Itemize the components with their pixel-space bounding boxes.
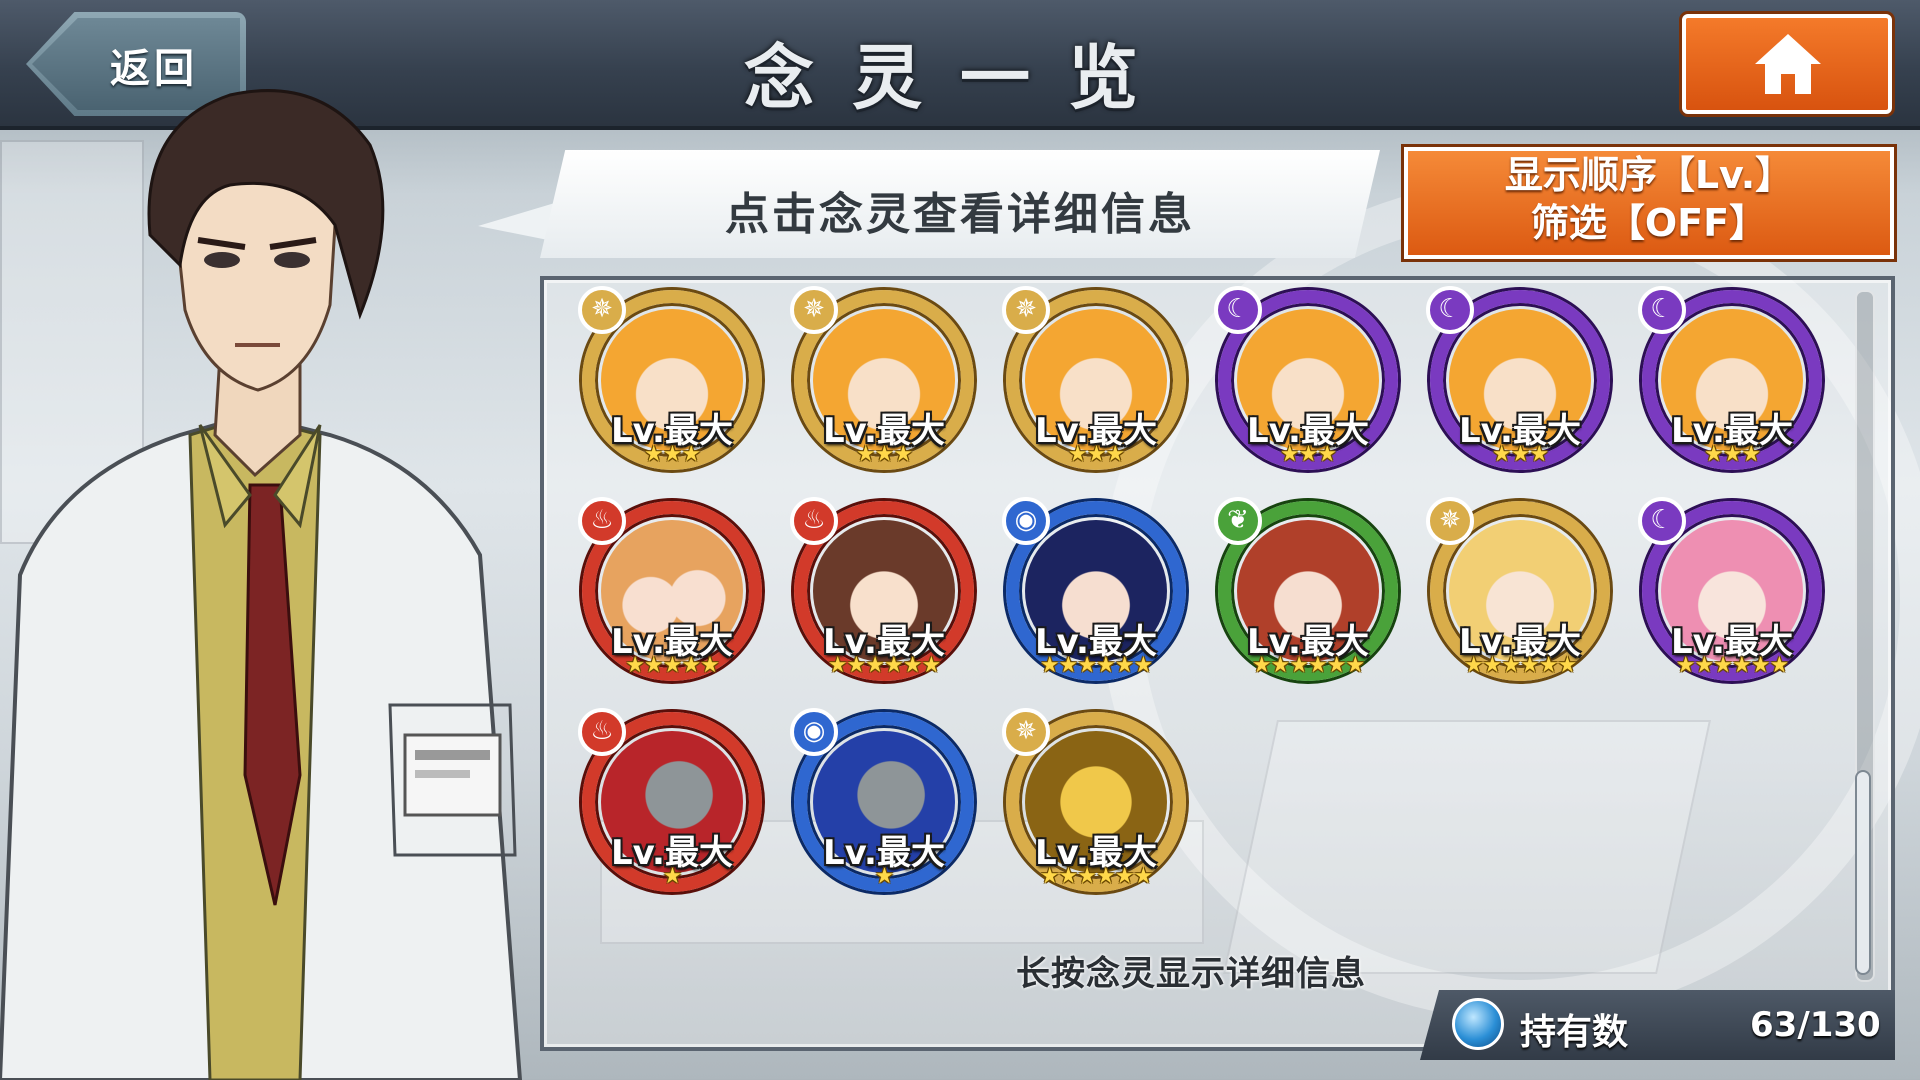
spirit-tile[interactable]: ♨ Lv.最大 ★ xyxy=(578,708,772,902)
fire-attribute-icon: ♨ xyxy=(790,497,838,545)
dark-attribute-icon: ☾ xyxy=(1638,286,1686,334)
home-button[interactable] xyxy=(1682,14,1892,114)
scientist-character xyxy=(0,89,523,1080)
rarity-stars: ★ xyxy=(662,864,683,889)
spirit-tile[interactable]: ◉ Lv.最大 ★ xyxy=(790,708,984,902)
water-attribute-icon: ◉ xyxy=(790,708,838,756)
spirit-tile[interactable]: ❦ Lv.最大 ★★★★★★ xyxy=(1214,497,1408,691)
fire-attribute-icon: ♨ xyxy=(578,497,626,545)
owned-count-value: 63/130 xyxy=(1750,1005,1881,1045)
spirit-tile[interactable]: ☾ Lv.最大 ★★★ xyxy=(1214,286,1408,480)
light-attribute-icon: ✵ xyxy=(578,286,626,334)
rarity-stars: ★★★ xyxy=(855,442,913,467)
home-icon xyxy=(1755,34,1821,94)
spirit-tile[interactable]: ✵ Lv.最大 ★★★★★★ xyxy=(1426,497,1620,691)
rarity-stars: ★★★★★★ xyxy=(1463,653,1577,678)
scrollbar-thumb[interactable] xyxy=(1855,770,1871,975)
rarity-stars: ★★★ xyxy=(643,442,701,467)
light-attribute-icon: ✵ xyxy=(1426,497,1474,545)
spirit-tile[interactable]: ☾ Lv.最大 ★★★ xyxy=(1638,286,1832,480)
wood-attribute-icon: ❦ xyxy=(1214,497,1262,545)
spirit-tile[interactable]: ✵ Lv.最大 ★★★ xyxy=(1002,286,1196,480)
rarity-stars: ★★★ xyxy=(1279,442,1337,467)
sort-order-label: 显示顺序【Lv.】 xyxy=(1504,153,1794,197)
rarity-stars: ★★★★★★ xyxy=(1251,653,1365,678)
spirit-orb-icon xyxy=(1452,998,1504,1050)
rarity-stars: ★★★ xyxy=(1703,442,1761,467)
owned-count-label: 持有数 xyxy=(1520,1012,1629,1053)
spirit-tile[interactable]: ☾ Lv.最大 ★★★★★★ xyxy=(1638,497,1832,691)
light-attribute-icon: ✵ xyxy=(1002,708,1050,756)
spirit-tile[interactable]: ♨ Lv.最大 ★★★★★ xyxy=(578,497,772,691)
rarity-stars: ★★★★★★ xyxy=(827,653,941,678)
spirit-tile[interactable]: ✵ Lv.最大 ★★★★★★ xyxy=(1002,708,1196,902)
rarity-stars: ★ xyxy=(874,864,895,889)
spirit-tile[interactable]: ☾ Lv.最大 ★★★ xyxy=(1426,286,1620,480)
rarity-stars: ★★★ xyxy=(1067,442,1125,467)
spirit-tile[interactable]: ✵ Lv.最大 ★★★ xyxy=(790,286,984,480)
spirit-tile[interactable]: ✵ Lv.最大 ★★★ xyxy=(578,286,772,480)
dark-attribute-icon: ☾ xyxy=(1426,286,1474,334)
sort-filter-button[interactable]: 显示顺序【Lv.】 筛选【OFF】 xyxy=(1404,147,1894,259)
rarity-stars: ★★★★★ xyxy=(625,653,720,678)
rarity-stars: ★★★★★★ xyxy=(1039,864,1153,889)
light-attribute-icon: ✵ xyxy=(1002,286,1050,334)
instruction-banner-text: 点击念灵查看详细信息 xyxy=(725,189,1195,240)
filter-label: 筛选【OFF】 xyxy=(1530,201,1768,245)
long-press-hint: 长按念灵显示详细信息 xyxy=(1016,954,1366,994)
rarity-stars: ★★★ xyxy=(1491,442,1549,467)
dark-attribute-icon: ☾ xyxy=(1638,497,1686,545)
spirit-tile[interactable]: ♨ Lv.最大 ★★★★★★ xyxy=(790,497,984,691)
rarity-stars: ★★★★★★ xyxy=(1675,653,1789,678)
light-attribute-icon: ✵ xyxy=(790,286,838,334)
water-attribute-icon: ◉ xyxy=(1002,497,1050,545)
rarity-stars: ★★★★★★ xyxy=(1039,653,1153,678)
fire-attribute-icon: ♨ xyxy=(578,708,626,756)
dark-attribute-icon: ☾ xyxy=(1214,286,1262,334)
spirit-tile[interactable]: ◉ Lv.最大 ★★★★★★ xyxy=(1002,497,1196,691)
